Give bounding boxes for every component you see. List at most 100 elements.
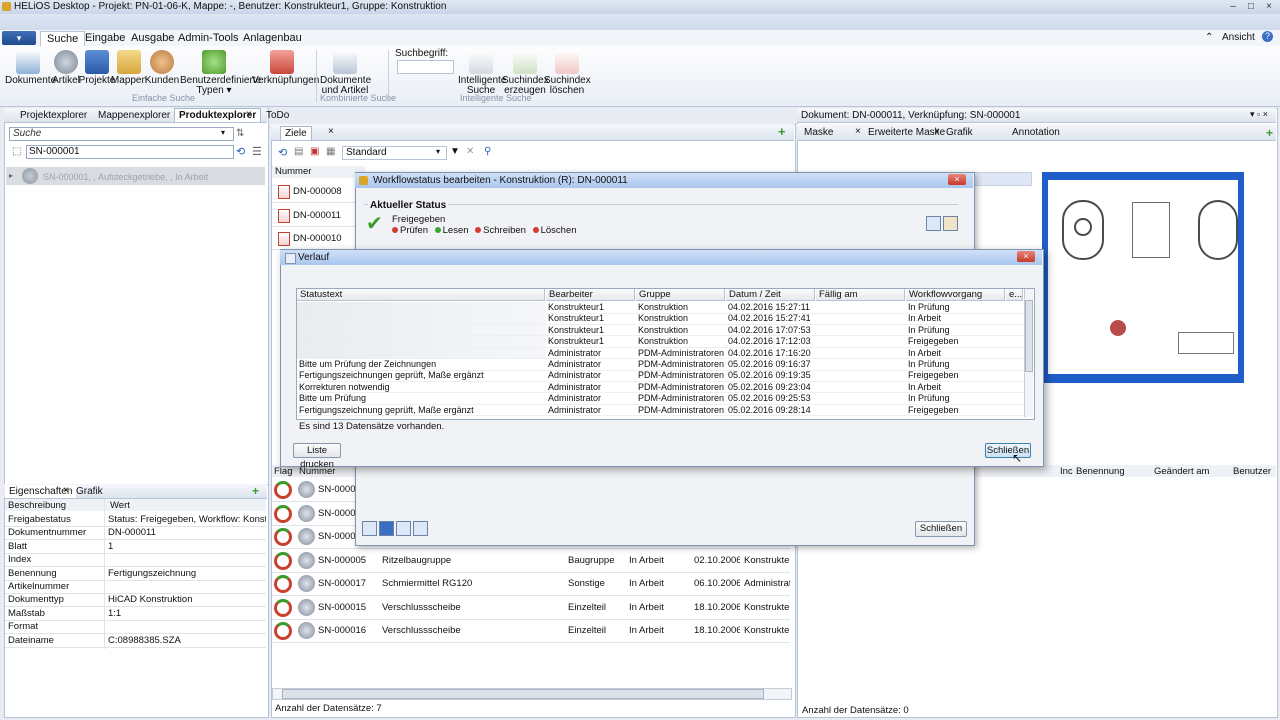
add-icon[interactable]: + [778, 124, 786, 139]
scrollbar-thumb[interactable] [1025, 300, 1033, 372]
article-cell[interactable]: SN-000005 [318, 555, 378, 567]
article-cell[interactable]: 06.10.2006 [694, 578, 740, 590]
property-value[interactable]: HiCAD Konstruktion [108, 594, 266, 606]
toolbar-icon[interactable]: ▣ [310, 146, 319, 157]
article-cell[interactable]: In Arbeit [629, 602, 690, 614]
history-column-header[interactable]: Gruppe [636, 289, 725, 301]
tree-options-icon[interactable]: ☰ [252, 145, 262, 158]
article-cell[interactable]: Konstrukteur [744, 625, 790, 637]
column-header-geaendert[interactable]: Geändert am [1154, 466, 1209, 477]
article-cell[interactable]: Verschlussscheibe [382, 602, 564, 614]
delete-index-button[interactable]: Suchindex löschen [544, 50, 591, 96]
tab-eingabe[interactable]: Eingabe [79, 31, 131, 45]
property-value[interactable]: DN-000011 [108, 527, 266, 539]
history-column-header[interactable]: Datum / Zeit [726, 289, 815, 301]
close-tab-icon[interactable]: × [63, 485, 69, 496]
refresh-icon[interactable]: ⟲ [236, 145, 245, 158]
create-index-button[interactable]: Suchindex erzeugen [502, 50, 549, 96]
chevron-down-icon[interactable]: ▾ [221, 128, 225, 137]
column-header-nummer[interactable]: Nummer [272, 166, 365, 178]
info-icon[interactable] [379, 521, 394, 536]
close-icon[interactable]: × [1262, 1, 1276, 13]
close-tab-icon[interactable]: × [328, 126, 334, 137]
article-cell[interactable]: 18.10.2006 [694, 625, 740, 637]
edit-icon[interactable] [943, 216, 958, 231]
add-icon[interactable]: + [1266, 126, 1273, 140]
article-cell[interactable]: In Arbeit [629, 578, 690, 590]
tab-projektexplorer[interactable]: Projektexplorer [16, 109, 91, 122]
tab-grafik[interactable]: Grafik [942, 126, 977, 139]
article-cell[interactable]: SN-000017 [318, 578, 378, 590]
sort-icon[interactable]: ⇅ [236, 128, 244, 139]
drawing-preview[interactable] [1042, 172, 1244, 383]
add-icon[interactable]: + [252, 484, 259, 498]
close-tab-icon[interactable]: × [246, 109, 252, 120]
article-cell[interactable]: Ritzelbaugruppe [382, 555, 564, 567]
column-header-wert[interactable]: Wert [110, 500, 130, 511]
property-value[interactable]: 1 [108, 541, 266, 553]
article-cell[interactable]: SN-000015 [318, 602, 378, 614]
property-value[interactable]: Status: Freigegeben, Workflow: Konstrukt… [108, 514, 266, 526]
column-header-benennung[interactable]: Benennung [1076, 466, 1125, 477]
ribbon-collapse-icon[interactable]: ⌃ [1205, 32, 1213, 43]
tab-anlagenbau[interactable]: Anlagenbau [237, 31, 308, 45]
property-value[interactable]: Fertigungszeichnung [108, 568, 266, 580]
search-customers-button[interactable]: Kunden [139, 50, 185, 86]
property-value[interactable] [108, 621, 266, 633]
workflow-close-button[interactable]: Schließen [915, 521, 967, 537]
document-row[interactable]: DN-000008 [293, 186, 342, 198]
article-cell[interactable]: Verschlussscheibe [382, 625, 564, 637]
expand-icon[interactable]: ▸ [9, 171, 13, 180]
article-cell[interactable]: Baugruppe [568, 555, 625, 567]
property-value[interactable] [108, 554, 266, 566]
clock-icon[interactable] [396, 521, 411, 536]
article-cell[interactable]: Konstrukteur [744, 602, 790, 614]
filter-options-icon[interactable]: ⚲ [484, 146, 491, 157]
filter-clear-icon[interactable]: ✕ [466, 146, 474, 157]
documents-and-articles-button[interactable]: Dokumente und Artikel [320, 50, 371, 96]
links-button[interactable]: Verknüpfungen [252, 50, 319, 86]
tab-ziele[interactable]: Ziele [280, 126, 312, 140]
close-tab-icon[interactable]: × [855, 126, 861, 137]
view-select[interactable]: Standard [342, 146, 447, 160]
document-row[interactable]: DN-000010 [293, 233, 342, 245]
tab-annotation[interactable]: Annotation [1008, 126, 1064, 139]
article-cell[interactable]: Konstrukteur [744, 555, 790, 567]
article-cell[interactable]: Schmiermittel RG120 [382, 578, 564, 590]
history-column-header[interactable]: Bearbeiter [546, 289, 635, 301]
grid-icon[interactable] [413, 521, 428, 536]
toolbar-icon[interactable]: ▦ [326, 146, 335, 157]
mask-field[interactable] [970, 172, 1032, 186]
filter-icon[interactable]: ▼ [450, 146, 460, 157]
article-cell[interactable]: Sonstige [568, 578, 625, 590]
article-cell[interactable]: In Arbeit [629, 625, 690, 637]
scrollbar-thumb[interactable] [282, 689, 764, 699]
maximize-icon[interactable]: □ [1244, 1, 1258, 13]
eye-icon[interactable] [362, 521, 377, 536]
search-input[interactable]: SN-000001 [26, 145, 234, 159]
tab-mappenexplorer[interactable]: Mappenexplorer [94, 109, 174, 122]
article-cell[interactable]: SN-000016 [318, 625, 378, 637]
print-list-button[interactable]: Liste drucken [293, 443, 341, 470]
close-tab-icon[interactable]: × [934, 126, 940, 137]
panel-menu-icon[interactable]: ▾ ▫ × [1250, 109, 1268, 120]
property-value[interactable]: 1:1 [108, 608, 266, 620]
column-header-benutzer[interactable]: Benutzer [1233, 466, 1271, 477]
history-column-header[interactable]: Statustext [297, 289, 545, 301]
workflow-dialog-close-icon[interactable]: × [948, 174, 966, 185]
tab-todo[interactable]: ToDo [262, 109, 293, 122]
user-types-button[interactable]: Benutzerdefinierte Typen ▾ [180, 50, 261, 96]
help-icon[interactable]: ? [1262, 31, 1273, 42]
property-value[interactable]: C:08988385.SZA [108, 635, 266, 647]
article-cell[interactable]: Einzelteil [568, 625, 625, 637]
search-mode-select[interactable]: Suche [9, 127, 234, 141]
refresh-icon[interactable]: ⟲ [278, 146, 287, 159]
history-column-header[interactable]: e... [1006, 289, 1023, 301]
select-icon[interactable]: ⬚ [12, 146, 21, 157]
column-header-inc[interactable]: Inc [1060, 466, 1073, 477]
app-menu-button[interactable]: ▾ [2, 31, 36, 45]
intelligent-search-button[interactable]: Intelligente Suche [458, 50, 506, 96]
document-row[interactable]: DN-000011 [293, 210, 341, 222]
tab-grafik[interactable]: Grafik [72, 485, 107, 498]
history-column-header[interactable]: Fällig am [816, 289, 905, 301]
